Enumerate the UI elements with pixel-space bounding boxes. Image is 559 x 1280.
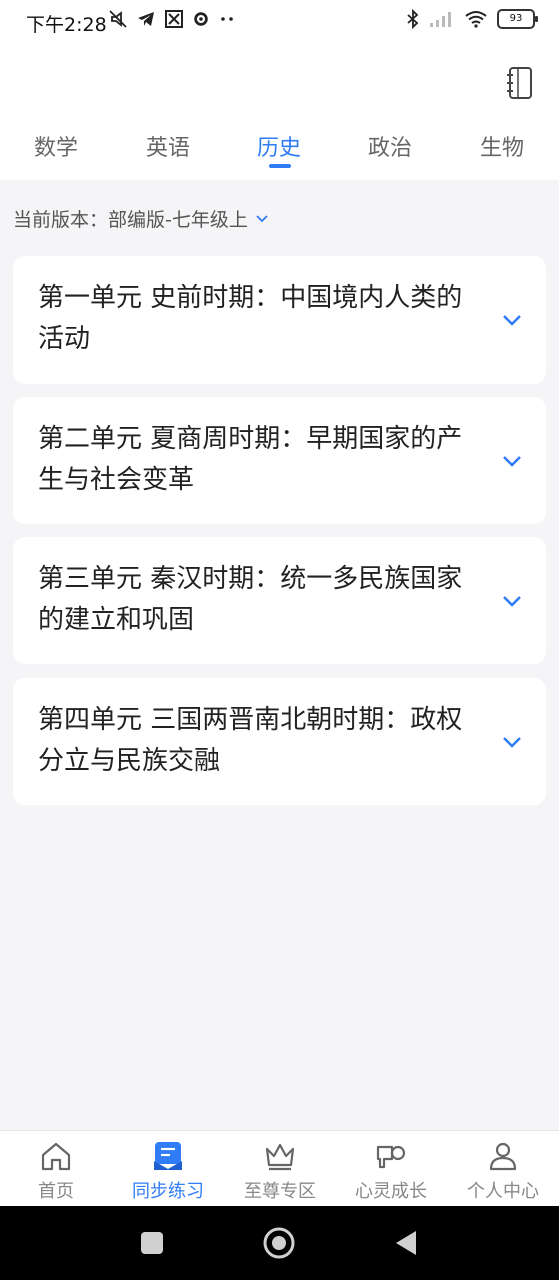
unit-title: 第二单元 夏商周时期：早期国家的产生与社会变革 xyxy=(38,424,463,495)
nav-growth[interactable]: 心灵成长 xyxy=(335,1139,447,1203)
crown-icon xyxy=(265,1143,295,1171)
chevron-down-icon xyxy=(503,315,521,326)
nav-label: 同步练习 xyxy=(132,1181,204,1202)
back-icon[interactable] xyxy=(394,1226,418,1260)
status-time: 下午2:28 xyxy=(26,14,107,36)
wifi-icon xyxy=(465,11,487,28)
tab-english[interactable]: 英语 xyxy=(123,130,213,162)
app-icon xyxy=(165,10,183,28)
home-icon xyxy=(41,1142,71,1171)
tab-biology[interactable]: 生物 xyxy=(457,130,547,162)
more-dots-icon xyxy=(221,17,233,21)
home-circle-icon[interactable] xyxy=(262,1226,296,1260)
tab-math[interactable]: 数学 xyxy=(11,130,101,162)
unit-title: 第三单元 秦汉时期：统一多民族国家的建立和巩固 xyxy=(38,564,463,635)
recents-icon[interactable] xyxy=(140,1226,164,1260)
nav-label: 首页 xyxy=(38,1181,74,1202)
unit-card[interactable]: 第三单元 秦汉时期：统一多民族国家的建立和巩固 xyxy=(13,537,546,664)
unit-title: 第一单元 史前时期：中国境内人类的活动 xyxy=(38,283,463,354)
telegram-icon xyxy=(138,12,154,26)
version-selector[interactable]: 当前版本：部编版-七年级上 xyxy=(13,205,268,232)
nav-label: 个人中心 xyxy=(467,1181,539,1202)
chevron-down-icon xyxy=(503,595,521,607)
chevron-down-icon xyxy=(503,455,521,467)
unit-card[interactable]: 第一单元 史前时期：中国境内人类的活动 xyxy=(13,256,546,384)
signal-icon xyxy=(430,12,451,27)
nav-premium[interactable]: 至尊专区 xyxy=(224,1139,336,1203)
unit-card[interactable]: 第二单元 夏商周时期：早期国家的产生与社会变革 xyxy=(13,397,546,524)
tab-history[interactable]: 历史 xyxy=(234,130,324,162)
battery-indicator: 93 xyxy=(497,9,538,29)
header: 数学 英语 历史 政治 生物 xyxy=(0,44,559,180)
notebook-icon[interactable] xyxy=(505,66,535,102)
tab-politics[interactable]: 政治 xyxy=(345,130,435,162)
active-tab-indicator xyxy=(269,164,291,168)
nav-label: 至尊专区 xyxy=(244,1181,316,1202)
nav-practice[interactable]: 同步练习 xyxy=(112,1139,224,1203)
nav-home[interactable]: 首页 xyxy=(0,1139,112,1203)
person-icon xyxy=(489,1142,517,1171)
chevron-down-icon xyxy=(503,736,521,748)
bottom-nav: 首页 同步练习 至尊专区 心灵成长 个人中心 xyxy=(0,1130,559,1207)
practice-icon xyxy=(154,1142,182,1170)
status-bar: 下午2:28 93 xyxy=(0,0,559,44)
chevron-down-icon xyxy=(256,214,268,222)
unit-card[interactable]: 第四单元 三国两晋南北朝时期：政权分立与民族交融 xyxy=(13,678,546,805)
mute-icon xyxy=(109,10,127,28)
nav-label: 心灵成长 xyxy=(355,1181,427,1202)
unit-title: 第四单元 三国两晋南北朝时期：政权分立与民族交融 xyxy=(38,705,463,776)
system-nav-bar xyxy=(0,1206,559,1280)
growth-icon xyxy=(376,1145,406,1169)
bluetooth-icon xyxy=(407,9,419,29)
version-label: 当前版本：部编版-七年级上 xyxy=(13,209,248,231)
gear-icon xyxy=(194,12,208,26)
nav-profile[interactable]: 个人中心 xyxy=(447,1139,559,1203)
